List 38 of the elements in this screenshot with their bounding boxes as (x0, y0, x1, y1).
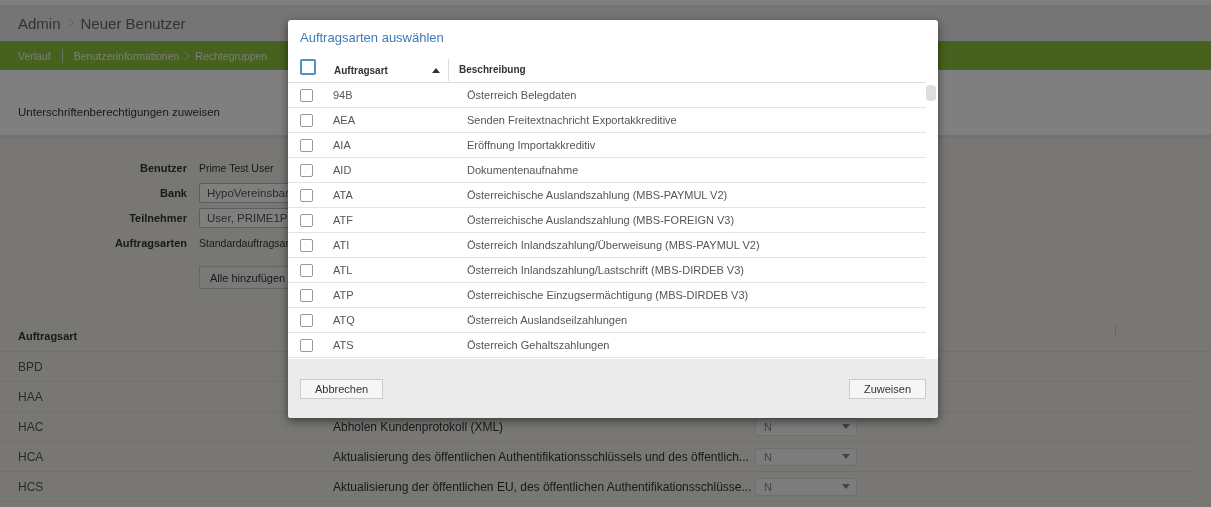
table-cell: Eröffnung Importakkreditiv (467, 139, 596, 151)
table-cell-text: ATS (333, 339, 355, 351)
table-cell-text: AID (333, 164, 353, 176)
table-cell: Österreich Inlandszahlung/Überweisung (MBS-PAYMUL V2) (467, 239, 760, 251)
table-cell-text: Aktualisierung der öffentlichen EU, des öffentlichen Authentifikationsschlüsse... (333, 479, 753, 494)
table-cell-text: ATF (333, 214, 354, 226)
table-cell-text: ATQ (333, 314, 356, 326)
section-title: Unterschriftenberechtigungen zuweisen (18, 106, 220, 118)
table-cell: Österreichische Auslandszahlung (MBS-PAYMUL V2) (467, 189, 728, 201)
field-label: Benutzer (138, 162, 187, 174)
field-label: Teilnehmer (128, 212, 187, 224)
table-cell-text: Aktualisierung des öffentlichen Authentifikationsschlüssels und des öffentlich... (333, 449, 750, 464)
breadcrumb-item: Neuer Benutzer (80, 14, 186, 32)
table-cell-text: AEA (333, 114, 356, 126)
field-value: Prime Test User (199, 162, 274, 174)
table-cell: Österreich Auslandseilzahlungen (467, 314, 628, 326)
field-label: Bank (159, 187, 187, 199)
table-cell: Österreich Belegdaten (467, 89, 577, 101)
dialog-title: Auftragsarten auswählen (299, 29, 445, 47)
table-cell: Dokumentenaufnahme (467, 164, 579, 176)
table-cell-text: Abholen Kundenprotokoll (XML) (333, 419, 505, 434)
table-cell-text: AIA (333, 139, 352, 151)
table-cell-text: HAC (17, 419, 45, 434)
table-cell-text: ATA (333, 189, 354, 201)
field-value: Standardauftragsar (199, 237, 289, 249)
table-cell-text: ATP (333, 289, 355, 301)
table-cell: Österreichische Einzugsermächtigung (MBS-DIRDEB V3) (467, 289, 749, 301)
table-cell: Senden Freitextnachricht Exportakkreditive (467, 114, 677, 126)
table-cell: Österreichische Auslandszahlung (MBS-FOREIGN V3) (467, 214, 735, 226)
table-cell-text: ATI (333, 239, 351, 251)
field-label: Auftragsarten (113, 237, 187, 249)
table-cell-text: HCA (17, 449, 45, 464)
table-cell: Österreich Inlandszahlung/Lastschrift (MBS-DIRDEB V3) (467, 264, 744, 276)
table-cell-text: ATL (333, 264, 354, 276)
table-cell-text: HCS (17, 479, 45, 494)
table-cell-text: 94B (333, 89, 354, 101)
table-cell: Österreich Gehaltszahlungen (467, 339, 610, 351)
table-cell-text: BPD (17, 359, 44, 374)
